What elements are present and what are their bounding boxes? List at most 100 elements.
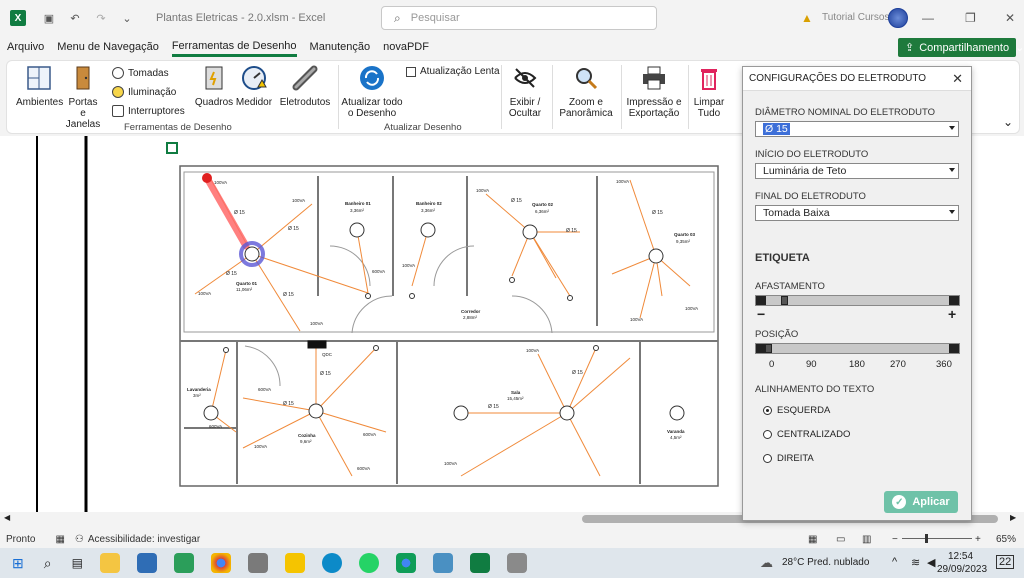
excel-icon[interactable] xyxy=(469,553,490,573)
tomadas-button[interactable]: Tomadas xyxy=(112,67,169,79)
tab-menu-navegacao[interactable]: Menu de Navegação xyxy=(57,41,159,55)
scroll-right-icon[interactable]: ▶ xyxy=(1010,513,1016,522)
slider-left-arrow[interactable] xyxy=(756,296,766,305)
tab-ferramentas-desenho[interactable]: Ferramentas de Desenho xyxy=(171,40,297,57)
save-icon[interactable]: ▣ xyxy=(40,9,58,27)
windows-start-icon[interactable]: ⊞ xyxy=(12,555,24,572)
checkbox-box xyxy=(406,66,416,77)
final-select[interactable]: Tomada Baixa xyxy=(755,205,959,221)
app-icon[interactable] xyxy=(136,553,157,573)
accessibility-status[interactable]: Acessibilidade: investigar xyxy=(88,534,200,545)
clock-date[interactable]: 29/09/2023 xyxy=(937,564,987,575)
avatar[interactable] xyxy=(888,8,908,28)
portas-janelas-button[interactable]: Portas e Janelas xyxy=(65,65,101,130)
page-layout-icon[interactable]: ▭ xyxy=(836,534,845,545)
atualizacao-lenta-checkbox[interactable]: Atualização Lenta xyxy=(406,66,500,77)
search-icon: ⌕ xyxy=(394,10,401,25)
search-input[interactable]: ⌕ Pesquisar xyxy=(381,6,657,30)
exibir-ocultar-button[interactable]: Exibir / Ocultar xyxy=(504,65,546,119)
accessibility-icon[interactable]: ⚇ xyxy=(75,534,84,545)
app-icon[interactable] xyxy=(284,553,305,573)
notification-icon[interactable]: 22 xyxy=(996,555,1015,569)
iluminacao-label: Iluminação xyxy=(128,86,177,98)
panel-board-icon xyxy=(205,66,223,90)
panel-title: CONFIGURAÇÕES DO ELETRODUTO xyxy=(749,73,927,84)
restore-icon[interactable]: ❐ xyxy=(965,11,976,25)
close-window-icon[interactable]: ✕ xyxy=(1005,11,1015,25)
diametro-label: DIÂMETRO NOMINAL DO ELETRODUTO xyxy=(755,107,935,118)
tab-novapdf[interactable]: novaPDF xyxy=(383,41,429,55)
file-explorer-icon[interactable] xyxy=(99,553,120,573)
pos-tick: 360 xyxy=(936,359,952,370)
slider-right-arrow[interactable] xyxy=(949,344,959,353)
zoom-slider-thumb[interactable] xyxy=(925,534,928,543)
apply-button[interactable]: ✓ Aplicar xyxy=(884,491,958,513)
clock-time[interactable]: 12:54 xyxy=(948,551,973,562)
ambientes-button[interactable]: Ambientes xyxy=(16,65,63,108)
slider-right-arrow[interactable] xyxy=(949,296,959,305)
scroll-left-icon[interactable]: ◀ xyxy=(4,513,10,522)
wifi-icon[interactable]: ≋ xyxy=(911,556,920,569)
search-icon[interactable]: ⌕ xyxy=(44,555,52,572)
radio-label: CENTRALIZADO xyxy=(777,429,851,440)
radio-esquerda[interactable]: ESQUERDA xyxy=(763,405,830,416)
macro-record-icon[interactable]: ▦ xyxy=(55,534,64,545)
switch-icon xyxy=(112,105,124,117)
atualizar-button[interactable]: Atualizar todo o Desenho xyxy=(341,65,403,119)
interruptores-button[interactable]: Interruptores xyxy=(112,105,185,117)
zoom-level[interactable]: 65% xyxy=(996,534,1016,545)
user-name[interactable]: Tutorial Cursos xyxy=(822,12,889,23)
quadros-button[interactable]: Quadros xyxy=(194,65,234,108)
collapse-ribbon-icon[interactable]: ⌄ xyxy=(1003,115,1013,129)
tomadas-label: Tomadas xyxy=(128,67,169,79)
zoom-in-icon[interactable]: + xyxy=(975,534,981,545)
medidor-button[interactable]: Medidor xyxy=(234,65,274,108)
app-icon[interactable] xyxy=(247,553,268,573)
zoom-slider[interactable] xyxy=(902,538,972,539)
tab-arquivo[interactable]: Arquivo xyxy=(7,41,44,55)
selected-cell-marker[interactable] xyxy=(166,142,178,154)
iluminacao-button[interactable]: Iluminação xyxy=(112,86,176,98)
share-button[interactable]: ⇪ Compartilhamento ⌄ xyxy=(898,38,1024,57)
impressao-exportacao-button[interactable]: Impressão e Exportação xyxy=(624,65,684,119)
chrome-icon[interactable] xyxy=(210,553,231,573)
slider-thumb[interactable] xyxy=(781,296,788,305)
task-view-icon[interactable]: ▤ xyxy=(72,556,83,570)
page-break-icon[interactable]: ▥ xyxy=(862,534,871,545)
weather-text[interactable]: 28°C Pred. nublado xyxy=(782,557,869,568)
share-icon: ⇪ xyxy=(905,42,915,54)
tab-manutencao[interactable]: Manutenção xyxy=(310,41,371,55)
afastamento-slider[interactable] xyxy=(755,295,960,306)
undo-icon[interactable]: ↶ xyxy=(66,9,84,27)
outlet-label: 100VA xyxy=(526,348,540,353)
volume-icon[interactable]: ◀ xyxy=(927,556,935,569)
quadros-label: Quadros xyxy=(194,97,234,108)
posicao-slider[interactable] xyxy=(755,343,960,354)
limpar-tudo-button[interactable]: Limpar Tudo xyxy=(691,65,727,119)
taskbar: ⊞ ⌕ ▤ ☁ 28°C Pred. nublado ^ ≋ ◀ 12:54 2… xyxy=(0,548,1024,578)
eletrodutos-button[interactable]: Eletrodutos xyxy=(278,65,332,108)
close-icon[interactable]: ✕ xyxy=(952,71,963,87)
radio-centralizado[interactable]: CENTRALIZADO xyxy=(763,429,850,440)
room-name-sala: Sala xyxy=(511,390,521,395)
minimize-icon[interactable]: — xyxy=(922,11,934,25)
quick-access-more-icon[interactable]: ⌄ xyxy=(118,9,136,27)
diametro-select[interactable]: Ø 15 xyxy=(755,121,959,137)
chrome-icon[interactable] xyxy=(395,553,416,573)
whatsapp-icon[interactable] xyxy=(358,553,379,573)
tray-chevron-icon[interactable]: ^ xyxy=(892,556,897,568)
app-icon[interactable] xyxy=(432,553,453,573)
app-icon[interactable] xyxy=(506,553,527,573)
edge-icon[interactable] xyxy=(321,553,342,573)
normal-view-icon[interactable]: ▦ xyxy=(808,534,817,545)
zoom-out-icon[interactable]: − xyxy=(892,534,898,545)
warning-icon[interactable]: ▲ xyxy=(801,11,813,25)
zoom-panoramica-button[interactable]: Zoom e Panorâmica xyxy=(555,65,617,119)
radio-direita[interactable]: DIREITA xyxy=(763,453,814,464)
redo-icon[interactable]: ↷ xyxy=(92,9,110,27)
weather-icon[interactable]: ☁ xyxy=(760,555,773,571)
slider-thumb[interactable] xyxy=(765,344,772,353)
app-icon[interactable] xyxy=(173,553,194,573)
interruptores-label: Interruptores xyxy=(128,105,185,117)
inicio-select[interactable]: Luminária de Teto xyxy=(755,163,959,179)
